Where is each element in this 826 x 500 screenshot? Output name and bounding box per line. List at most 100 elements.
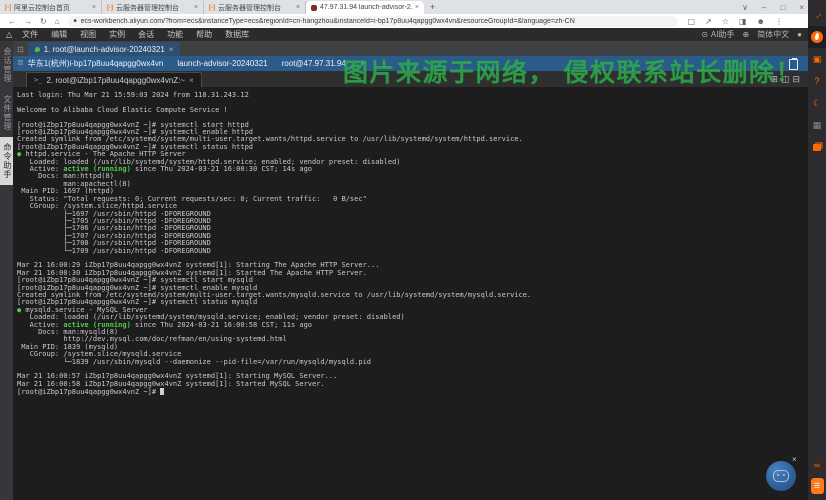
panel-toggle-icon[interactable]: ⊡ <box>17 45 24 54</box>
browser-tab-title: 47.97.31.94 launch-advisor-2... <box>320 4 412 11</box>
reload-icon[interactable]: ↻ <box>40 17 47 26</box>
main-row: 会话管理文件管理命令助手 ⊡ 1. root@launch-advisor-20… <box>0 41 826 500</box>
terminal-line: Docs: man:httpd(8) <box>17 173 826 180</box>
help-icon[interactable]: ? <box>808 70 826 92</box>
forward-icon[interactable]: → <box>24 17 32 26</box>
assistant-floating-button[interactable] <box>766 461 796 491</box>
tab-close-icon[interactable]: × <box>415 4 419 11</box>
site-favicon <box>311 5 317 11</box>
window-controls: ∨ – □ × <box>742 0 804 14</box>
browser-tabs: [-]阿里云控制台首页×[-]云服务器管理控制台×[-]云服务器管理控制台×47… <box>0 0 424 14</box>
qrcode-icon[interactable]: ▦ <box>808 114 826 136</box>
terminal-tab-close-icon[interactable]: × <box>189 76 194 85</box>
ai-assistant-label: AI助手 <box>711 29 735 40</box>
terminal-line: http://dev.mysql.com/doc/refman/en/using… <box>17 336 826 343</box>
instance-list-icon[interactable]: ≣ <box>17 58 24 67</box>
menu-right: ⊙AI助手 ⊕ 简体中文 ● <box>701 28 802 41</box>
left-vertical-tab-1[interactable]: 会话管理 <box>0 41 13 89</box>
user-icon[interactable]: ● <box>797 30 802 39</box>
chrome-menu-icon[interactable]: ∨ <box>742 3 748 12</box>
terminal-tab-row: >_ 2. root@iZbp17p8uu4qapgg0wx4vnZ:~ × ⊞… <box>13 71 826 87</box>
terminal-line: Welcome to Alibaba Cloud Elastic Compute… <box>17 107 826 114</box>
menu-item-视图[interactable]: 视图 <box>80 29 96 40</box>
menu-item-编辑[interactable]: 编辑 <box>51 29 67 40</box>
split-layout-icons: ⊞◫⊟ <box>770 75 800 84</box>
session-tab-close-icon[interactable]: × <box>169 45 174 54</box>
ai-assistant-icon: ⊙ <box>701 30 708 39</box>
browser-tab-2[interactable]: [-]云服务器管理控制台× <box>102 1 204 14</box>
app-box-icon[interactable]: ▣ <box>808 48 826 70</box>
terminal-line: └─1839 /usr/sbin/mysqld --daemonize --pi… <box>17 359 826 366</box>
terminal-tab-label: 2. root@iZbp17p8uu4qapgg0wx4vnZ:~ <box>46 76 185 85</box>
left-vertical-tab-2[interactable]: 文件管理 <box>0 89 13 137</box>
browser-action-icons: ▢ ↗ ☆ ◨ ☻ ⋮ <box>688 17 783 26</box>
browser-tab-4[interactable]: 47.97.31.94 launch-advisor-2...× <box>306 1 424 14</box>
device-icon[interactable]: ▢ <box>688 17 696 26</box>
new-tab-button[interactable]: + <box>430 2 435 14</box>
bookmark-star-icon[interactable]: ☆ <box>722 17 729 26</box>
overflow-menu-icon[interactable]: ⋮ <box>775 17 783 26</box>
browser-tab-1[interactable]: [-]阿里云控制台首页× <box>0 1 102 14</box>
browser-tab-title: 云服务器管理控制台 <box>116 3 191 13</box>
browser-toolbar: ← → ↻ ⌂ ■ ecs-workbench.aliyun.com/?from… <box>0 14 826 28</box>
browser-tab-bar: [-]阿里云控制台首页×[-]云服务器管理控制台×[-]云服务器管理控制台×47… <box>0 0 826 14</box>
minimize-icon[interactable]: – <box>762 3 766 12</box>
menu-items: 文件 编辑 视图 实例 会话 功能 帮助 数据库 <box>22 29 249 40</box>
close-icon[interactable]: × <box>799 3 804 12</box>
terminal-output[interactable]: Last login: Thu Mar 21 15:59:03 2024 fro… <box>13 87 826 500</box>
browser-tab-title: 云服务器管理控制台 <box>218 3 293 13</box>
url-text: ecs-workbench.aliyun.com/?from=ecs&insta… <box>81 18 575 25</box>
language-switcher[interactable]: 简体中文 <box>757 29 789 40</box>
instance-info-bar[interactable]: ≣ 华东1(杭州)i-bp17p8uu4qapgg0wx4vn launch-a… <box>13 56 826 71</box>
session-tab-row: ⊡ 1. root@launch-advisor-20240321 × <box>13 41 826 56</box>
address-bar[interactable]: ■ ecs-workbench.aliyun.com/?from=ecs&ins… <box>68 16 678 27</box>
terminal-line: man:apachectl(8) <box>17 181 826 188</box>
browser-tab-3[interactable]: [-]云服务器管理控制台× <box>204 1 306 14</box>
terminal-line: └─1709 /usr/sbin/httpd -DFOREGROUND <box>17 248 826 255</box>
terminal-line: [root@iZbp17p8uu4qapgg0wx4vnZ ~]# <box>17 388 826 396</box>
menu-item-帮助[interactable]: 帮助 <box>196 29 212 40</box>
tab-close-icon[interactable]: × <box>194 4 198 11</box>
menu-item-实例[interactable]: 实例 <box>109 29 125 40</box>
home-icon[interactable]: ⌂ <box>55 17 60 26</box>
menu-item-功能[interactable]: 功能 <box>167 29 183 40</box>
left-vertical-tab-3[interactable]: 命令助手 <box>0 137 13 185</box>
split-add-icon[interactable]: ⊞ <box>770 75 778 84</box>
terminal-line: Last login: Thu Mar 21 15:59:03 2024 fro… <box>17 92 826 99</box>
feedback-icon[interactable] <box>808 136 826 158</box>
lock-icon: ■ <box>74 18 77 24</box>
workbench-flame-icon[interactable] <box>808 26 826 48</box>
sidepanel-icon[interactable]: ◨ <box>739 17 747 26</box>
terminal-tab[interactable]: >_ 2. root@iZbp17p8uu4qapgg0wx4vnZ:~ × <box>26 72 202 87</box>
fullscreen-icon[interactable]: ↔ <box>808 4 826 26</box>
session-tab[interactable]: 1. root@launch-advisor-20240321 × <box>28 42 181 56</box>
terminal-cursor <box>160 388 164 395</box>
instance-login: root@47.97.31.94 <box>282 59 346 68</box>
instance-region-id: 华东1(杭州)i-bp17p8uu4qapgg0wx4vn <box>28 58 164 69</box>
robot-face-icon <box>773 470 789 482</box>
ai-assistant-button[interactable]: ⊙AI助手 <box>701 29 734 40</box>
share-icon[interactable]: ↗ <box>705 17 712 26</box>
aliyun-favicon: [-] <box>107 5 113 11</box>
promo-badge-icon[interactable]: ☰ <box>811 478 824 494</box>
aliyun-favicon: [-] <box>5 5 11 11</box>
tab-close-icon[interactable]: × <box>296 4 300 11</box>
terminal-line: Active: active (running) since Thu 2024-… <box>17 322 826 329</box>
maximize-icon[interactable]: □ <box>780 3 785 12</box>
menu-item-数据库[interactable]: 数据库 <box>225 29 249 40</box>
menu-item-文件[interactable]: 文件 <box>22 29 38 40</box>
profile-icon[interactable]: ☻ <box>757 17 765 26</box>
assistant-close-icon[interactable]: × <box>792 455 797 464</box>
globe-icon[interactable]: ⊕ <box>742 30 749 39</box>
paste-icon[interactable] <box>789 59 798 70</box>
menu-item-会话[interactable]: 会话 <box>138 29 154 40</box>
back-icon[interactable]: ← <box>8 17 16 26</box>
split-vertical-icon[interactable]: ◫ <box>781 75 790 84</box>
aliyun-favicon: [-] <box>209 5 215 11</box>
right-overlay-toolbar: ↔ ▣?☾▦ ∞ ☰ <box>808 0 826 500</box>
terminal-prompt-icon: >_ <box>34 76 42 84</box>
tab-close-icon[interactable]: × <box>92 4 96 11</box>
link-circle-icon[interactable]: ∞ <box>810 458 824 472</box>
theme-moon-icon[interactable]: ☾ <box>808 92 826 114</box>
split-horizontal-icon[interactable]: ⊟ <box>792 75 800 84</box>
